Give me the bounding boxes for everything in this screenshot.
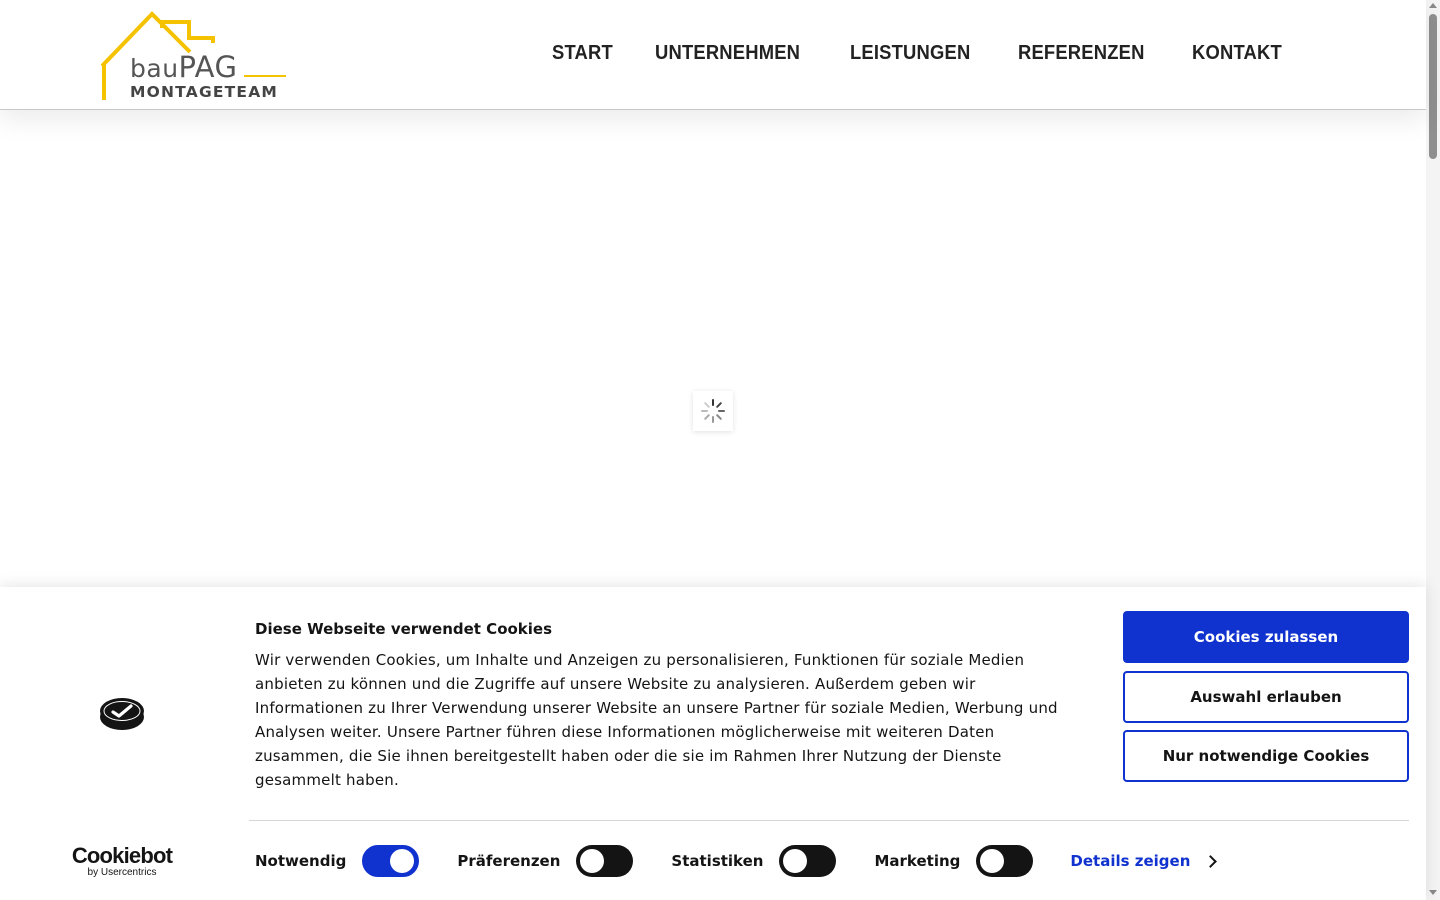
- toggle-group-marketing: Marketing: [874, 845, 1034, 877]
- necessary-cookies-only-button[interactable]: Nur notwendige Cookies: [1123, 730, 1409, 782]
- nav-item-kontakt[interactable]: KONTAKT: [1192, 42, 1282, 65]
- spinner-icon: [701, 399, 725, 423]
- toggle-switch-statistiken[interactable]: [779, 845, 837, 877]
- cookie-consent-banner: Cookiebot by Usercentrics Diese Webseite…: [0, 587, 1426, 900]
- toggle-label-praeferenzen: Präferenzen: [457, 852, 561, 870]
- cookiebot-logo-icon: [100, 698, 144, 730]
- scrollbar-thumb[interactable]: [1429, 14, 1437, 159]
- cookie-banner-description: Wir verwenden Cookies, um Inhalte und An…: [255, 651, 1058, 789]
- allow-all-cookies-button[interactable]: Cookies zulassen: [1123, 611, 1409, 663]
- cookiebot-brand[interactable]: Cookiebot by Usercentrics: [70, 843, 174, 879]
- cookie-banner-title: Diese Webseite verwendet Cookies: [255, 620, 553, 638]
- cookiebot-brand-by: by Usercentrics: [87, 867, 157, 878]
- toggle-label-notwendig: Notwendig: [255, 852, 347, 870]
- chevron-right-icon: [1204, 854, 1218, 868]
- main-nav: START UNTERNEHMEN LEISTUNGEN REFERENZEN …: [552, 42, 1290, 65]
- cookie-banner-divider: [249, 820, 1409, 821]
- toggle-switch-notwendig[interactable]: [362, 845, 420, 877]
- scroll-up-arrow-icon[interactable]: [1429, 3, 1437, 8]
- logo-subtitle: MONTAGETEAM: [130, 83, 279, 101]
- show-details-label: Details zeigen: [1070, 852, 1191, 870]
- page-loader: [693, 391, 733, 431]
- toggle-label-marketing: Marketing: [874, 852, 961, 870]
- logo-word-main: PAG: [178, 50, 238, 84]
- scroll-down-arrow-icon[interactable]: [1429, 890, 1437, 895]
- logo-word-prefix: bau: [130, 54, 179, 83]
- toggle-group-notwendig: Notwendig: [255, 845, 420, 877]
- nav-item-unternehmen[interactable]: UNTERNEHMEN: [655, 42, 800, 65]
- cookie-category-toggles: Notwendig Präferenzen Statistiken Market…: [255, 844, 1218, 878]
- toggle-switch-praeferenzen[interactable]: [576, 845, 634, 877]
- site-header: bauPAG MONTAGETEAM START UNTERNEHMEN LEI…: [0, 0, 1426, 110]
- page-scrollbar[interactable]: [1426, 0, 1440, 900]
- show-details-link[interactable]: Details zeigen: [1070, 852, 1218, 870]
- toggle-group-praeferenzen: Präferenzen: [457, 845, 634, 877]
- nav-item-referenzen[interactable]: REFERENZEN: [1018, 42, 1145, 65]
- cookiebot-brand-name: Cookiebot: [71, 843, 173, 868]
- site-logo[interactable]: bauPAG MONTAGETEAM: [96, 10, 292, 104]
- toggle-switch-marketing[interactable]: [976, 845, 1034, 877]
- allow-selection-button[interactable]: Auswahl erlauben: [1123, 671, 1409, 723]
- nav-item-start[interactable]: START: [552, 42, 613, 65]
- toggle-label-statistiken: Statistiken: [671, 852, 764, 870]
- toggle-group-statistiken: Statistiken: [671, 845, 837, 877]
- nav-item-leistungen[interactable]: LEISTUNGEN: [850, 42, 970, 65]
